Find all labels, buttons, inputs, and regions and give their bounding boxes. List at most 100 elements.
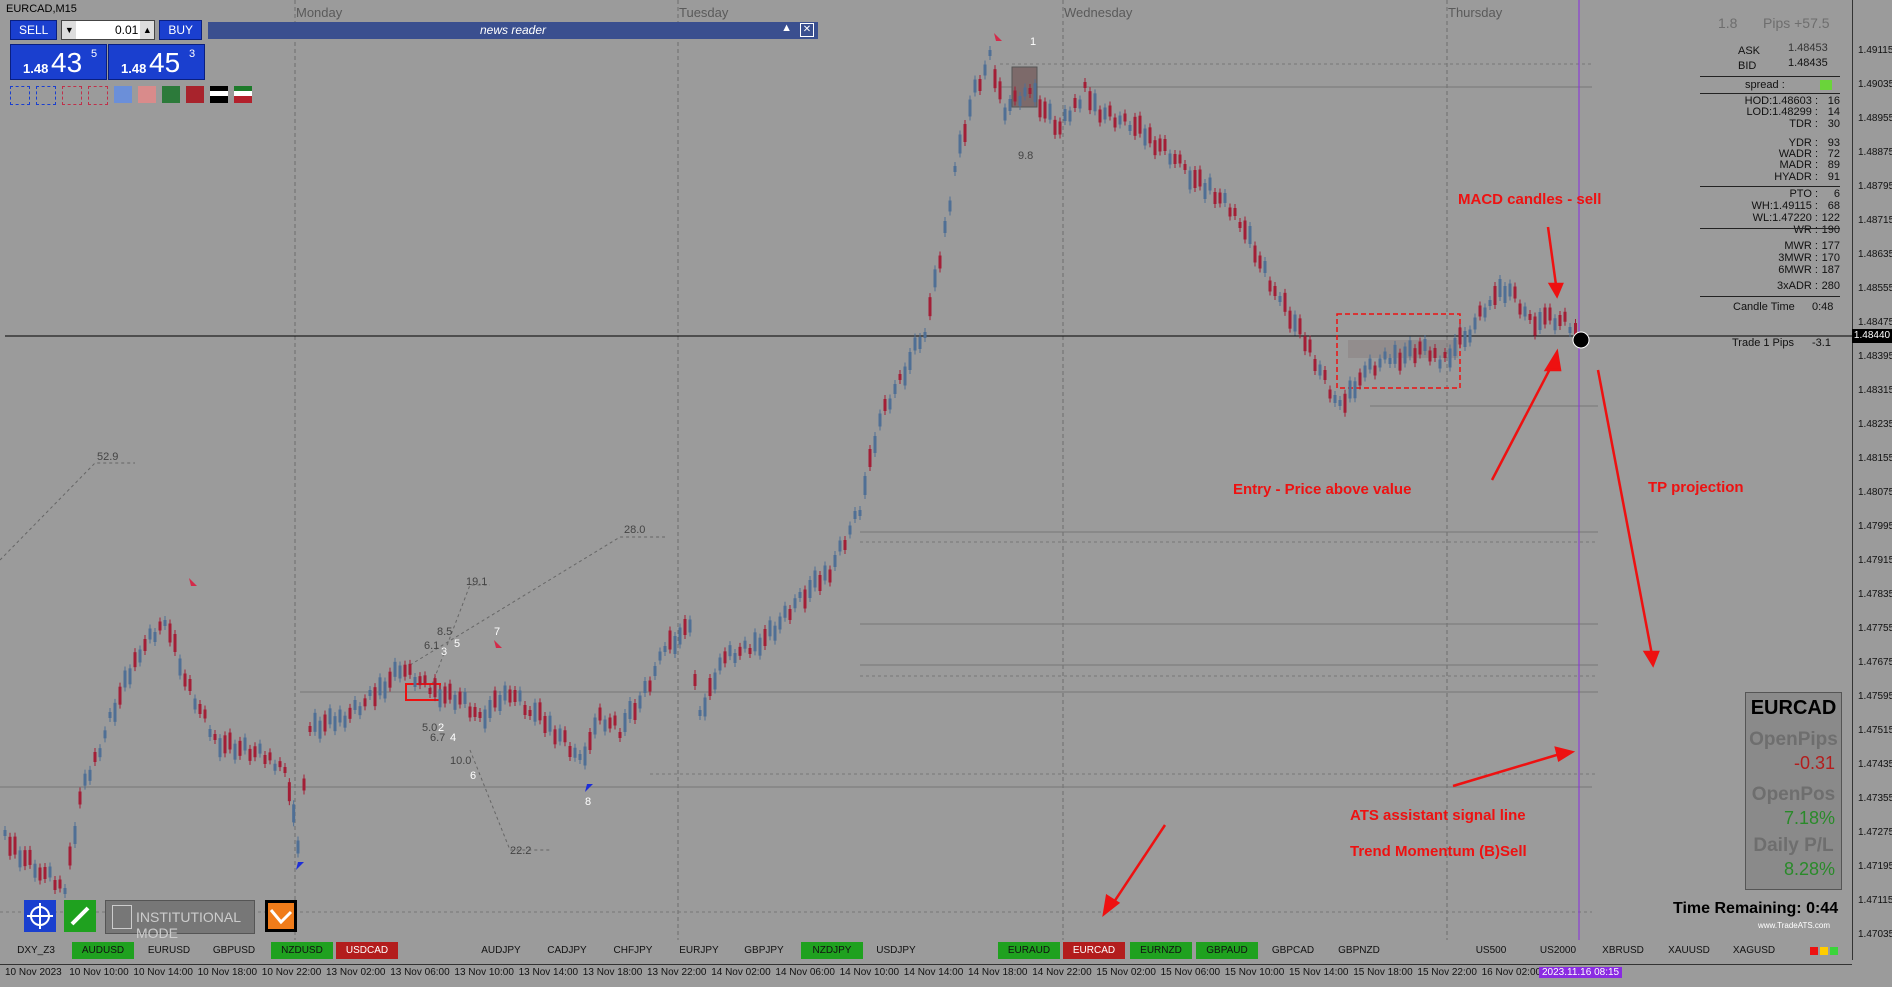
price-tick: 1.47755 <box>1858 623 1892 634</box>
open-pips-value: -0.31 <box>1793 753 1835 773</box>
symbol-button[interactable]: AUDUSD <box>72 942 134 959</box>
info-header-left: 1.8 <box>1718 15 1738 31</box>
symbol-button[interactable]: NZDUSD <box>271 942 333 959</box>
link-icon[interactable] <box>64 900 96 932</box>
stats-panel: EURCAD OpenPips -0.31 OpenPos 7.18% Dail… <box>1745 692 1842 890</box>
lot-input[interactable] <box>76 22 141 38</box>
open-pos-label: OpenPos <box>1751 784 1836 805</box>
symbol-button[interactable]: GBPUSD <box>203 942 265 959</box>
symbol-button[interactable]: XAGUSD <box>1723 942 1785 959</box>
collapse-icon[interactable]: ▲ <box>781 22 792 34</box>
bid-value: 1.48435 <box>1788 57 1828 69</box>
symbol-button[interactable]: USDJPY <box>865 942 927 959</box>
fib-label: 7 <box>494 626 501 638</box>
green-fill-tool-icon[interactable] <box>162 86 180 103</box>
time-tick: 10 Nov 14:00 <box>133 967 193 978</box>
crosshair-icon[interactable] <box>24 900 56 932</box>
lot-increase-icon[interactable]: ▲ <box>140 21 155 39</box>
symbol-button[interactable]: XBRUSD <box>1592 942 1654 959</box>
time-tick: 10 Nov 10:00 <box>69 967 129 978</box>
sell-button[interactable]: SELL <box>10 20 58 40</box>
symbol-button[interactable]: EURNZD <box>1130 942 1192 959</box>
info-row-label: TDR : <box>1789 118 1818 130</box>
entry-annotation: Entry - Price above value <box>1233 481 1412 498</box>
symbol-button[interactable]: DXY_Z3 <box>5 942 67 959</box>
time-tick: 15 Nov 18:00 <box>1353 967 1413 978</box>
watermark: www.TradeATS.com <box>1758 921 1831 930</box>
symbol-button[interactable]: NZDJPY <box>801 942 863 959</box>
fib-label: 19.1 <box>466 576 488 588</box>
fib-label: 10.0 <box>450 755 472 767</box>
symbol-button[interactable]: AUDJPY <box>470 942 532 959</box>
symbol-button[interactable]: EURJPY <box>668 942 730 959</box>
price-tick: 1.47195 <box>1858 861 1892 872</box>
close-icon[interactable]: ✕ <box>800 23 814 37</box>
candle-time-label: Candle Time <box>1733 301 1795 313</box>
price-tick: 1.48235 <box>1858 419 1892 430</box>
institutional-mode-button[interactable]: INSTITUTIONAL MODE <box>105 900 255 941</box>
day-label: Tuesday <box>679 5 729 20</box>
time-tick: 10 Nov 22:00 <box>261 967 322 978</box>
status-red-icon <box>1810 947 1818 955</box>
red-rect-tool-icon[interactable] <box>62 86 82 105</box>
macd-annotation: MACD candles - sell <box>1458 191 1602 208</box>
info-row-value: 177 <box>1821 240 1840 252</box>
price-axis[interactable] <box>1852 0 1892 960</box>
buy-button[interactable]: BUY <box>159 20 203 40</box>
ask-price-box[interactable]: 1.48 45 3 <box>108 44 205 80</box>
price-tick: 1.48795 <box>1858 181 1892 192</box>
info-row-value: 280 <box>1821 280 1840 292</box>
time-tick: 15 Nov 14:00 <box>1289 967 1349 978</box>
ask-sup: 3 <box>189 48 196 60</box>
fib-label: 3 <box>441 646 448 658</box>
symbol-button[interactable]: GBPAUD <box>1196 942 1258 959</box>
price-tick: 1.48955 <box>1858 113 1892 124</box>
red-dashed-rect-tool-icon[interactable] <box>88 86 108 105</box>
symbol-button[interactable]: CHFJPY <box>602 942 664 959</box>
fib-label: 4 <box>450 732 457 744</box>
bid-price-box[interactable]: 1.48 43 5 <box>10 44 107 80</box>
time-tick: 14 Nov 14:00 <box>903 967 964 978</box>
green-red-line-tool-icon[interactable] <box>234 86 252 103</box>
pink-fill-tool-icon[interactable] <box>138 86 156 103</box>
black-line-tool-icon[interactable] <box>210 86 228 103</box>
symbol-button[interactable]: XAUUSD <box>1658 942 1720 959</box>
time-remaining: Time Remaining: 0:44 <box>1673 900 1838 918</box>
time-tick: 15 Nov 10:00 <box>1224 967 1285 978</box>
price-tick: 1.48395 <box>1858 351 1892 362</box>
symbol-button[interactable]: EURCAD <box>1063 942 1125 959</box>
info-row-label: PTO : <box>1789 188 1818 200</box>
symbol-button[interactable]: EURUSD <box>138 942 200 959</box>
info-row-label: MADR : <box>1779 159 1819 171</box>
tp-annotation: TP projection <box>1648 479 1744 496</box>
lot-stepper[interactable]: ▼ ▲ <box>61 20 156 40</box>
blue-dashed-rect-tool-icon[interactable] <box>36 86 56 105</box>
symbol-button[interactable]: GBPJPY <box>733 942 795 959</box>
price-chart[interactable] <box>0 0 1892 986</box>
symbol-button[interactable]: GBPCAD <box>1262 942 1324 959</box>
blue-fill-tool-icon[interactable] <box>114 86 132 103</box>
price-tick: 1.48315 <box>1858 385 1892 396</box>
news-reader-title: news reader <box>479 23 547 37</box>
symbol-button[interactable]: EURAUD <box>998 942 1060 959</box>
blue-rect-tool-icon[interactable] <box>10 86 30 105</box>
info-row-label: LOD:1.48299 : <box>1746 106 1818 118</box>
red-fill-tool-icon[interactable] <box>186 86 204 103</box>
fib-label: 5 <box>454 638 461 650</box>
divider <box>1700 76 1840 77</box>
symbol-button[interactable]: USDCAD <box>336 942 398 959</box>
time-tick: 16 Nov 02:00 <box>1481 967 1542 978</box>
daily-pl-value: 8.28% <box>1783 859 1835 879</box>
symbol-button[interactable]: US500 <box>1460 942 1522 959</box>
chart-signal-icon[interactable] <box>265 900 297 932</box>
news-reader-bar[interactable]: news reader ▲ ✕ <box>208 22 818 39</box>
price-tick: 1.47595 <box>1858 691 1892 702</box>
lot-decrease-icon[interactable]: ▼ <box>62 21 77 39</box>
symbol-button[interactable]: GBPNZD <box>1328 942 1390 959</box>
price-tick: 1.48635 <box>1858 249 1892 260</box>
trade-panel: SELL ▼ ▲ BUY <box>10 20 203 40</box>
symbol-button[interactable]: CADJPY <box>536 942 598 959</box>
info-row-label: HYADR : <box>1774 171 1818 183</box>
symbol-button[interactable]: US2000 <box>1527 942 1589 959</box>
price-tick: 1.49115 <box>1858 45 1892 56</box>
